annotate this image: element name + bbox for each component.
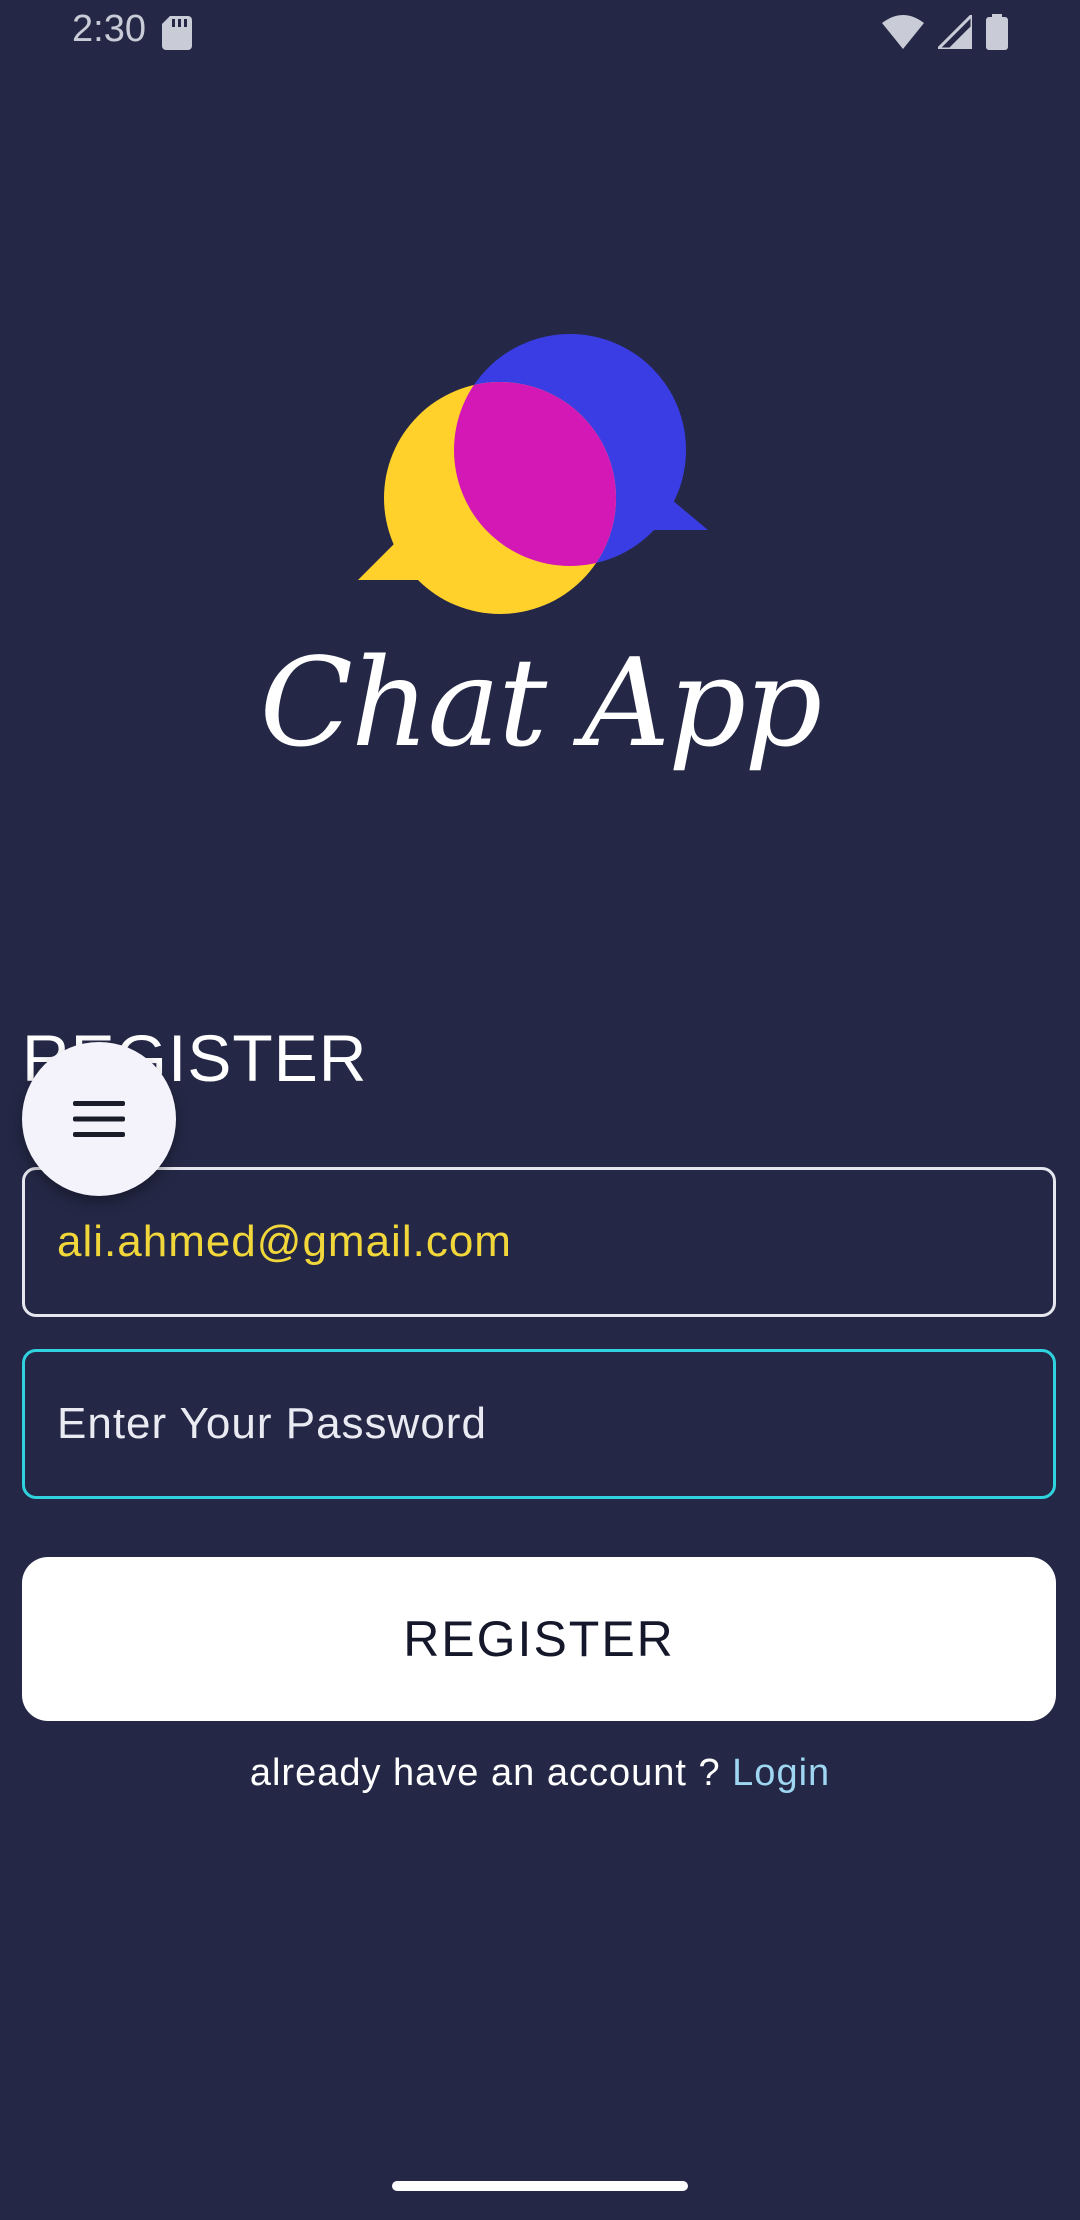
home-indicator[interactable]: [392, 2181, 688, 2191]
status-icons: [882, 14, 1008, 50]
email-field[interactable]: [22, 1167, 1056, 1317]
app-logo-icon: [358, 334, 708, 614]
status-bar: 2:30: [0, 0, 1080, 66]
password-input[interactable]: [25, 1352, 1053, 1496]
register-screen: 2:30 Chat App REGISTER ali.ahmed@gmail.c…: [0, 0, 1080, 2220]
email-input[interactable]: [25, 1170, 1053, 1314]
register-button[interactable]: REGISTER: [22, 1557, 1056, 1721]
status-time: 2:30: [72, 8, 146, 50]
login-prompt-row: already have an account ? Login: [0, 1752, 1080, 1795]
login-link[interactable]: Login: [732, 1752, 830, 1794]
signal-icon: [938, 15, 972, 49]
menu-icon: [73, 1101, 125, 1137]
wifi-icon: [882, 15, 924, 49]
app-title: Chat App: [259, 632, 823, 774]
menu-fab-button[interactable]: [22, 1042, 176, 1196]
sd-card-icon: [162, 16, 192, 50]
battery-icon: [986, 14, 1008, 50]
login-prompt-text: already have an account ?: [249, 1752, 721, 1794]
password-field[interactable]: [22, 1349, 1056, 1499]
